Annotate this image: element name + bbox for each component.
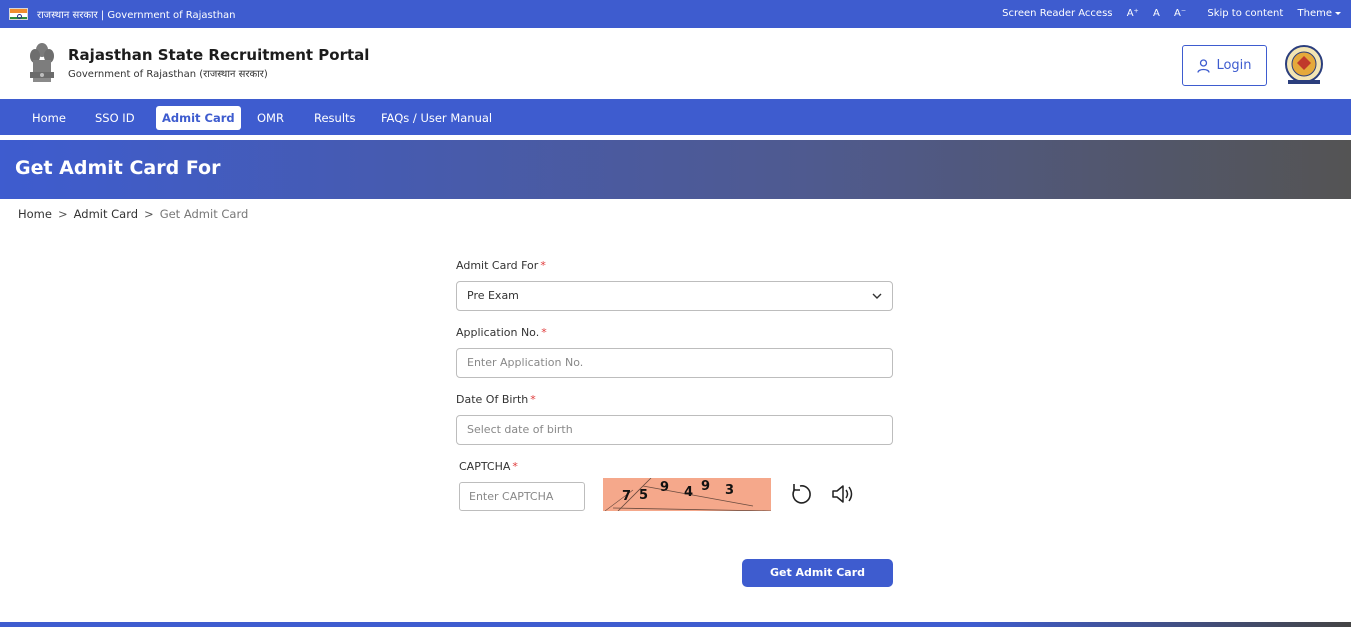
screen-reader-link[interactable]: Screen Reader Access [1002, 8, 1112, 19]
login-label: Login [1216, 58, 1252, 73]
user-icon [1197, 58, 1211, 73]
dob-label-text: Date Of Birth [456, 393, 529, 406]
portal-title: Rajasthan State Recruitment Portal [68, 46, 370, 64]
nav-faqs[interactable]: FAQs / User Manual [375, 106, 498, 130]
captcha-char: 7 [622, 489, 632, 504]
admit-for-label: Admit Card For * [456, 259, 546, 272]
nav-sso-id[interactable]: SSO ID [89, 106, 141, 130]
national-emblem-icon [30, 43, 54, 82]
required-mark: * [541, 326, 547, 339]
breadcrumb-separator: > [57, 207, 68, 221]
captcha-char: 9 [701, 479, 711, 494]
page-banner: Get Admit Card For [0, 140, 1351, 199]
captcha-label: CAPTCHA * [459, 460, 518, 473]
application-number-input[interactable]: Enter Application No. [456, 348, 893, 378]
refresh-icon[interactable] [788, 481, 812, 507]
theme-dropdown[interactable]: Theme [1297, 8, 1341, 19]
admit-for-select[interactable]: Pre Exam [456, 281, 893, 311]
speaker-icon[interactable] [830, 481, 856, 507]
skip-to-content-link[interactable]: Skip to content [1207, 8, 1283, 19]
required-mark: * [530, 393, 536, 406]
login-button[interactable]: Login [1182, 45, 1267, 86]
nav-home[interactable]: Home [26, 106, 72, 130]
breadcrumb: Home > Admit Card > Get Admit Card [18, 207, 248, 221]
breadcrumb-admit-card[interactable]: Admit Card [74, 207, 138, 221]
application-label-text: Application No. [456, 326, 540, 339]
font-decrease-button[interactable]: A⁻ [1174, 8, 1186, 19]
font-increase-button[interactable]: A⁺ [1127, 8, 1139, 19]
captcha-image: 7 5 9 4 9 3 [603, 478, 771, 511]
required-mark: * [512, 460, 518, 473]
get-admit-card-button[interactable]: Get Admit Card [742, 559, 893, 587]
government-label: राजस्थान सरकार | Government of Rajasthan [37, 10, 236, 21]
captcha-char: 4 [684, 485, 694, 500]
application-label: Application No. * [456, 326, 547, 339]
footer-strip [0, 622, 1351, 627]
date-of-birth-input[interactable]: Select date of birth [456, 415, 893, 445]
chevron-down-icon [872, 293, 882, 299]
captcha-char: 5 [639, 488, 649, 503]
caret-down-icon [1335, 11, 1341, 15]
top-bar: राजस्थान सरकार | Government of Rajasthan… [0, 0, 1351, 28]
nav-results[interactable]: Results [308, 106, 362, 130]
dob-label: Date Of Birth * [456, 393, 536, 406]
required-mark: * [540, 259, 546, 272]
captcha-char: 9 [660, 480, 670, 495]
portal-subtitle: Government of Rajasthan (राजस्थान सरकार) [68, 69, 268, 80]
nav-omr[interactable]: OMR [251, 106, 290, 130]
theme-label: Theme [1297, 8, 1333, 19]
site-header: Rajasthan State Recruitment Portal Gover… [0, 28, 1351, 99]
captcha-label-text: CAPTCHA [459, 460, 511, 473]
admit-for-label-text: Admit Card For [456, 259, 539, 272]
accessibility-bar: Screen Reader Access A⁺ A A⁻ Skip to con… [991, 8, 1341, 19]
captcha-input[interactable]: Enter CAPTCHA [459, 482, 585, 511]
font-normal-button[interactable]: A [1153, 8, 1160, 19]
india-flag-icon [9, 8, 28, 20]
main-nav: Home SSO ID Admit Card OMR Results FAQs … [0, 99, 1351, 135]
nav-admit-card[interactable]: Admit Card [156, 106, 241, 130]
breadcrumb-home[interactable]: Home [18, 207, 52, 221]
captcha-char: 3 [725, 483, 735, 498]
admit-for-value: Pre Exam [467, 289, 519, 302]
rajasthan-seal-icon [1285, 45, 1323, 84]
page-title: Get Admit Card For [15, 157, 221, 179]
breadcrumb-current: Get Admit Card [159, 207, 249, 221]
breadcrumb-separator: > [144, 207, 154, 221]
